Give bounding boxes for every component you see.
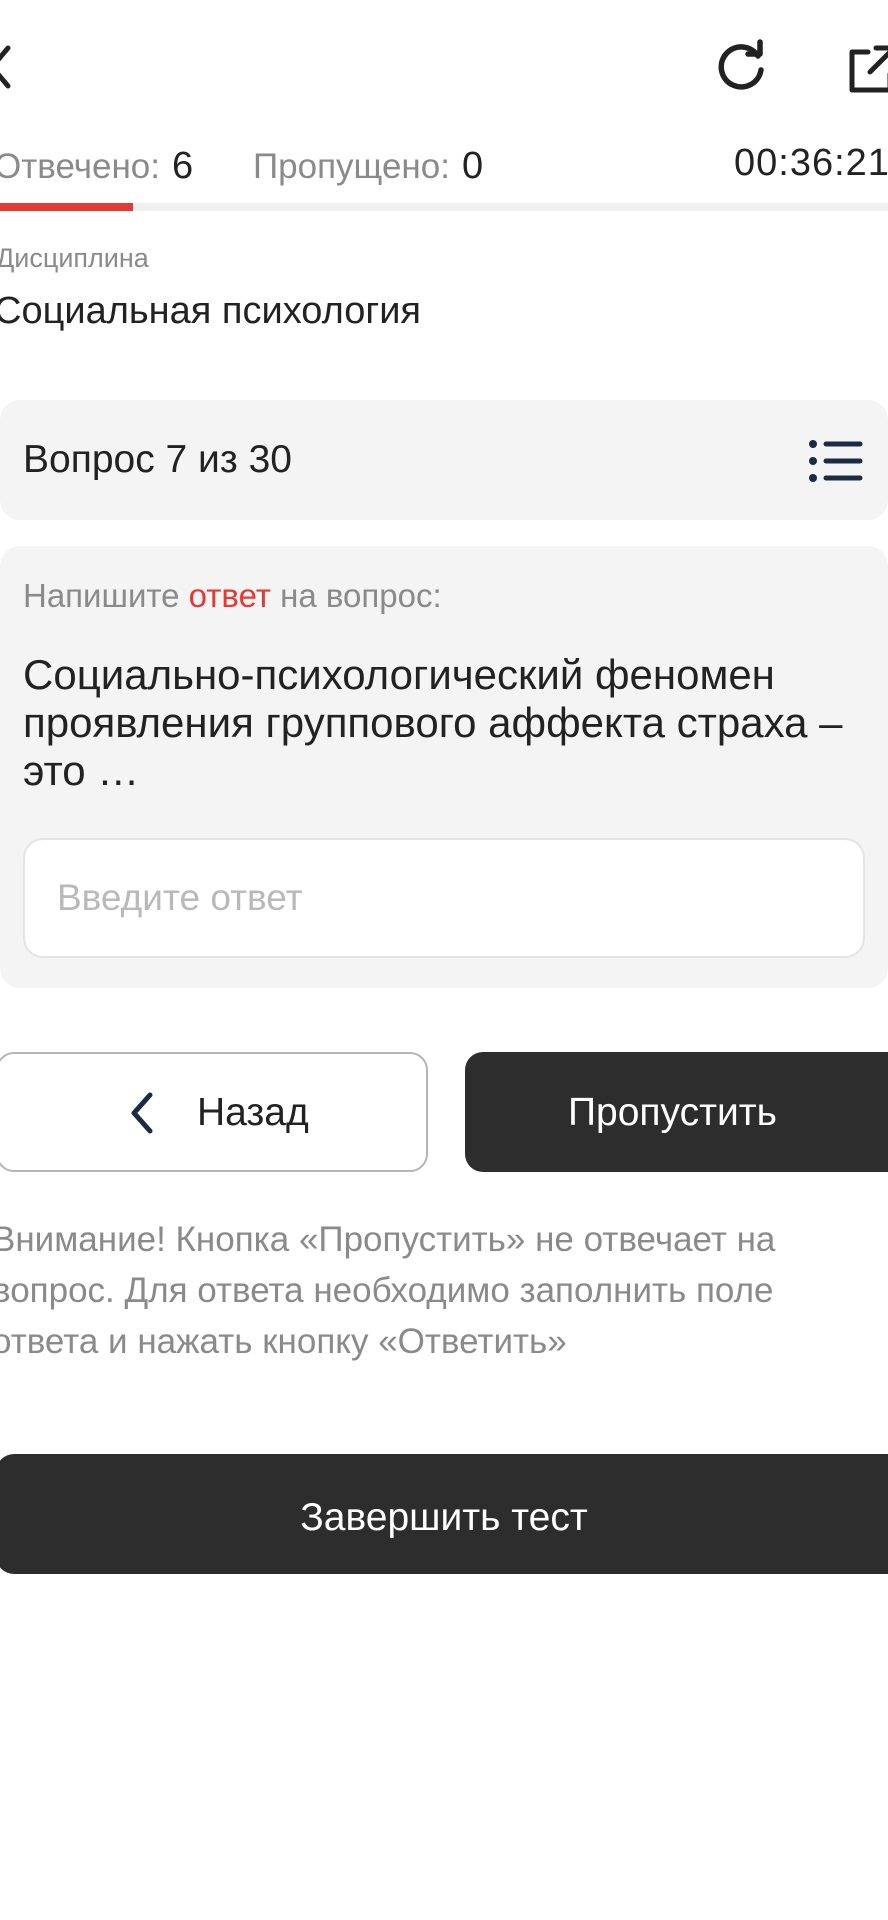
progress-track [0, 203, 888, 211]
instruction-text-after: на вопрос: [270, 577, 442, 614]
progress-fill [0, 203, 133, 211]
skipped-stat: Пропущено: 0 [253, 145, 483, 188]
answered-stat: Отвечено: 6 [0, 145, 193, 188]
warning-text: Внимание! Кнопка «Пропустить» не отвечае… [0, 1220, 776, 1361]
finish-test-label: Завершить тест [300, 1496, 588, 1539]
answered-label: Отвечено: [0, 147, 160, 186]
refresh-icon[interactable] [712, 38, 770, 96]
discipline-name: Социальная психология [0, 290, 421, 332]
chevron-left-icon[interactable] [0, 42, 16, 92]
chevron-left-icon [131, 1092, 153, 1134]
skipped-label: Пропущено: [253, 147, 450, 186]
timer: 00:36:21 [734, 142, 888, 184]
question-list-icon[interactable] [808, 438, 864, 484]
instruction-accent: ответ [188, 577, 271, 614]
question-instruction: Напишите ответ на вопрос: [23, 577, 442, 615]
question-counter: Вопрос 7 из 30 [23, 438, 292, 481]
answered-count: 6 [171, 145, 194, 187]
back-button-label: Назад [197, 1091, 309, 1134]
answer-input[interactable] [23, 838, 865, 958]
skip-button-label: Пропустить [568, 1091, 777, 1134]
instruction-text-before: Напишите [23, 577, 189, 614]
external-link-icon[interactable] [842, 40, 888, 98]
skipped-count: 0 [461, 145, 484, 187]
discipline-label: Дисциплина [0, 243, 149, 273]
question-text: Социально-психологический феномен проявл… [23, 651, 843, 794]
